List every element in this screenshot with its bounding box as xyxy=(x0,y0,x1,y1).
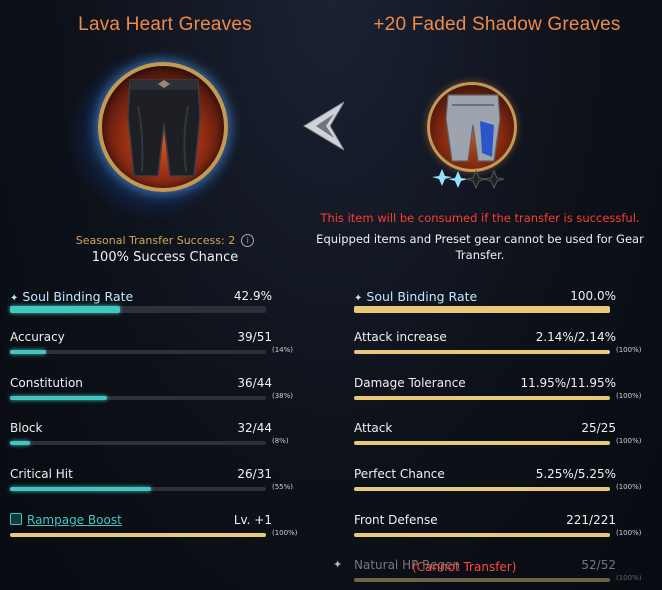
left-rampage-boost-row[interactable]: Rampage Boost Lv. +1 (100%) xyxy=(10,513,297,543)
stat-percent: (100%) xyxy=(616,437,642,445)
stat-value: 2.14%/2.14% xyxy=(535,330,616,344)
stat-value: 32/44 xyxy=(237,421,272,435)
bar-fill xyxy=(354,396,610,400)
bar-fill xyxy=(10,306,120,313)
stat-bar xyxy=(10,441,266,445)
stat-bar xyxy=(354,441,610,445)
transfer-note: Equipped items and Preset gear cannot be… xyxy=(316,232,644,262)
sparkle-icon: ✦ xyxy=(333,558,343,571)
stat-percent: (100%) xyxy=(616,529,642,537)
left-item-title: Lava Heart Greaves xyxy=(78,14,252,35)
stat-percent: (100%) xyxy=(616,392,642,400)
soul-binding-label: ✦ Soul Binding Rate xyxy=(354,289,477,304)
stat-percent: (8%) xyxy=(272,437,289,445)
stat-label: Block xyxy=(10,421,43,435)
stat-label: Critical Hit xyxy=(10,467,73,481)
stat-bar xyxy=(354,350,610,354)
stat-label: Constitution xyxy=(10,376,83,390)
stat-percent: (14%) xyxy=(272,346,294,354)
stat-percent: (100%) xyxy=(616,574,642,582)
left-item-slot[interactable] xyxy=(98,62,228,192)
bar-fill xyxy=(10,533,266,537)
stat-percent: (100%) xyxy=(616,346,642,354)
bar-fill xyxy=(354,533,610,537)
success-chance: 100% Success Chance xyxy=(91,250,239,265)
stat-value: Lv. +1 xyxy=(233,513,272,527)
soul-binding-text: Soul Binding Rate xyxy=(22,289,134,304)
soul-binding-bar xyxy=(10,306,266,313)
stat-bar xyxy=(10,533,266,537)
sparkle-icon: ✦ xyxy=(10,293,19,304)
bar-fill xyxy=(10,396,108,400)
sparkle-icon: ✦ xyxy=(354,293,363,304)
soul-binding-value: 100.0% xyxy=(570,289,616,303)
stat-label: Perfect Chance xyxy=(354,467,445,481)
stat-value: 11.95%/11.95% xyxy=(520,376,616,390)
rampage-boost-label[interactable]: Rampage Boost xyxy=(10,513,122,527)
faded-greaves-icon xyxy=(445,94,501,162)
stat-percent: (100%) xyxy=(616,483,642,491)
stat-percent: (55%) xyxy=(272,483,294,491)
bar-fill xyxy=(354,306,610,313)
bar-fill xyxy=(354,578,610,582)
stat-bar xyxy=(354,487,610,491)
soul-binding-bar xyxy=(354,306,610,313)
stat-value: 26/31 xyxy=(237,467,272,481)
right-stat-row: Perfect Chance 5.25%/5.25% (100%) xyxy=(354,467,641,497)
boost-icon xyxy=(10,513,22,525)
bar-fill xyxy=(354,441,610,445)
left-stat-row: Critical Hit 26/31 (55%) xyxy=(10,467,293,497)
right-item-title: +20 Faded Shadow Greaves xyxy=(373,14,621,35)
bar-fill xyxy=(10,487,151,491)
soul-binding-label: ✦ Soul Binding Rate xyxy=(10,289,133,304)
stat-label: Front Defense xyxy=(354,513,438,527)
stat-bar xyxy=(10,350,266,354)
right-stat-row: Attack 25/25 (100%) xyxy=(354,421,641,451)
stat-bar xyxy=(354,533,610,537)
right-item-slot[interactable] xyxy=(427,82,517,172)
stat-percent: (100%) xyxy=(272,529,298,537)
stat-value: 52/52 xyxy=(581,558,616,572)
bar-fill xyxy=(354,350,610,354)
stat-bar xyxy=(10,396,266,400)
right-stat-row: Damage Tolerance 11.95%/11.95% (100%) xyxy=(354,376,641,406)
right-stat-row: Attack increase 2.14%/2.14% (100%) xyxy=(354,330,641,360)
stat-bar xyxy=(354,578,610,582)
info-icon[interactable]: i xyxy=(241,234,255,247)
stat-bar xyxy=(10,487,266,491)
transfer-arrow-icon xyxy=(303,101,345,151)
bar-fill xyxy=(10,441,31,445)
stat-value: 25/25 xyxy=(581,421,616,435)
stat-percent: (38%) xyxy=(272,392,294,400)
seasonal-transfer-text: Seasonal Transfer Success: 2 xyxy=(75,234,236,247)
right-soul-binding-row: ✦ Soul Binding Rate 100.0% xyxy=(354,289,616,319)
enhancement-stars-icon xyxy=(432,169,505,189)
stat-label: Attack xyxy=(354,421,393,435)
bar-fill xyxy=(10,350,46,354)
left-stat-row: Constitution 36/44 (38%) xyxy=(10,376,293,406)
greaves-icon xyxy=(127,79,201,177)
stat-label: Damage Tolerance xyxy=(354,376,466,390)
stat-value: 36/44 xyxy=(237,376,272,390)
stat-value: 39/51 xyxy=(237,330,272,344)
consume-warning: This item will be consumed if the transf… xyxy=(320,211,640,225)
stat-value: 5.25%/5.25% xyxy=(535,467,616,481)
stat-label: Attack increase xyxy=(354,330,447,344)
bar-fill xyxy=(354,487,610,491)
seasonal-transfer-count: Seasonal Transfer Success: 2 i xyxy=(0,234,330,247)
stat-value: 221/221 xyxy=(566,513,616,527)
left-soul-binding-row: ✦ Soul Binding Rate 42.9% xyxy=(10,289,272,319)
stat-label: Accuracy xyxy=(10,330,65,344)
cannot-transfer-label: (Cannot Transfer) xyxy=(412,560,517,574)
stat-bar xyxy=(354,396,610,400)
rampage-boost-link[interactable]: Rampage Boost xyxy=(27,513,122,527)
right-stat-row: Front Defense 221/221 (100%) xyxy=(354,513,641,543)
left-stat-row: Block 32/44 (8%) xyxy=(10,421,289,451)
soul-binding-text: Soul Binding Rate xyxy=(366,289,478,304)
soul-binding-value: 42.9% xyxy=(233,289,272,303)
left-stat-row: Accuracy 39/51 (14%) xyxy=(10,330,293,360)
